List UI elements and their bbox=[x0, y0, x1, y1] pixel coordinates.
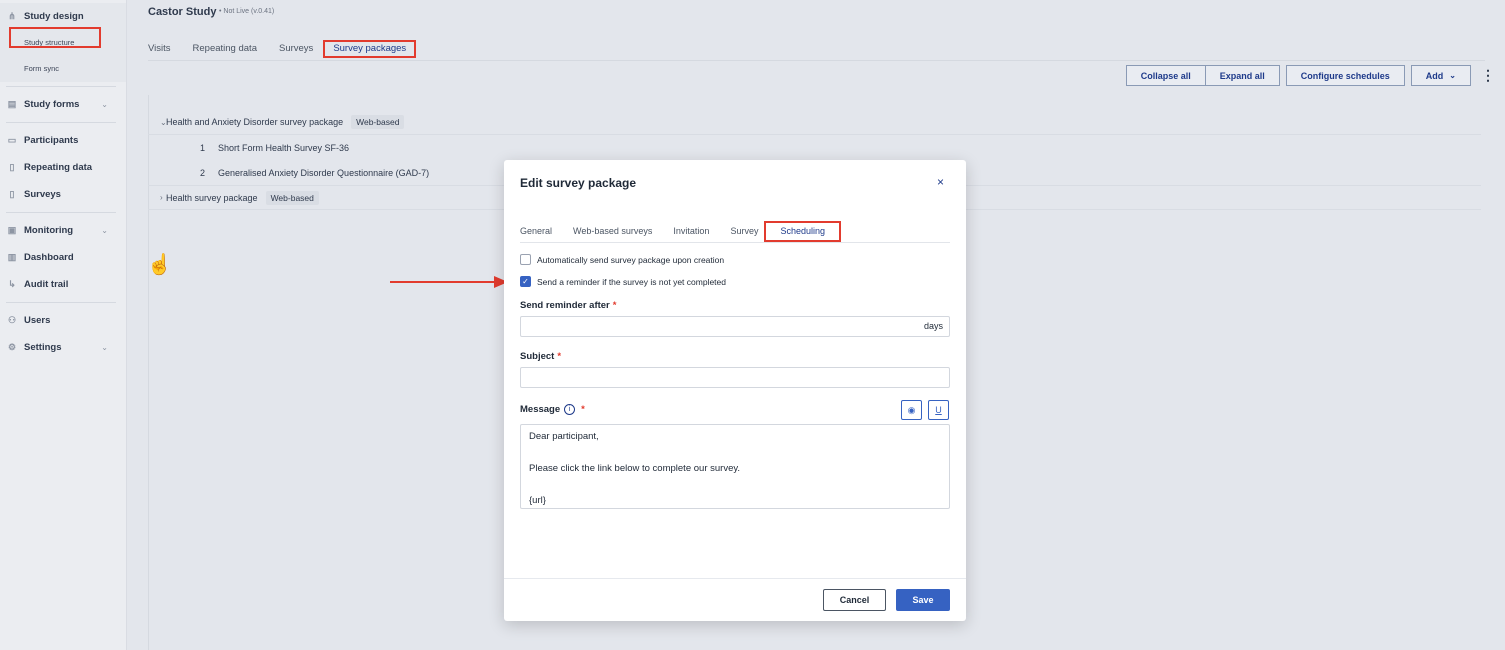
sidebar-item-audit-trail[interactable]: ↳ Audit trail bbox=[0, 271, 126, 298]
sidebar-item-label: Audit trail bbox=[24, 279, 69, 290]
sidebar-item-users[interactable]: ⚇ Users bbox=[0, 307, 126, 334]
sidebar-item-label: Repeating data bbox=[24, 162, 93, 173]
list-item[interactable]: 1 Short Form Health Survey SF-36 bbox=[148, 135, 1481, 160]
sidebar-item-monitoring[interactable]: ▣ Monitoring ⌄ bbox=[0, 217, 126, 244]
file-icon: ▯ bbox=[9, 162, 15, 172]
subject-input[interactable] bbox=[520, 367, 950, 388]
sidebar-item-participants[interactable]: ▭ Participants bbox=[0, 127, 126, 154]
status-badge: • Not Live (v.0.41) bbox=[219, 8, 275, 15]
add-button[interactable]: Add ⌄ bbox=[1410, 65, 1471, 86]
reminder-option[interactable]: ✓ Send a reminder if the survey is not y… bbox=[520, 276, 726, 287]
configure-schedules-button[interactable]: Configure schedules bbox=[1285, 65, 1405, 86]
package-name: Health and Anxiety Disorder survey packa… bbox=[166, 117, 344, 127]
underline-icon[interactable]: U bbox=[928, 400, 949, 420]
chevron-down-icon: ⌄ bbox=[1449, 71, 1456, 80]
item-number: 1 bbox=[200, 142, 206, 153]
save-button[interactable]: Save bbox=[896, 589, 950, 611]
divider bbox=[6, 212, 116, 213]
sidebar-item-settings[interactable]: ⚙ Settings ⌄ bbox=[0, 334, 126, 361]
monitor-icon: ▣ bbox=[7, 225, 17, 235]
close-icon[interactable]: × bbox=[937, 175, 944, 189]
form-icon: ▤ bbox=[7, 99, 17, 109]
tab-web-based-surveys[interactable]: Web-based surveys bbox=[573, 221, 652, 241]
highlight-study-structure bbox=[9, 27, 101, 48]
sidebar-item-repeating-data[interactable]: ▯ Repeating data bbox=[0, 154, 126, 181]
sidebar-subitem-form-sync[interactable]: Form sync bbox=[0, 56, 126, 82]
info-icon[interactable]: i bbox=[564, 404, 576, 415]
tab-scheduling[interactable]: Scheduling bbox=[764, 221, 841, 242]
chevron-right-icon[interactable]: › bbox=[148, 193, 166, 202]
item-number: 2 bbox=[200, 167, 206, 178]
reminder-checkbox[interactable]: ✓ bbox=[520, 276, 531, 287]
auto-send-label: Automatically send survey package upon c… bbox=[537, 254, 725, 265]
toolbar: Collapse all Expand all Configure schedu… bbox=[1125, 65, 1495, 86]
sidebar-item-label: Users bbox=[24, 315, 51, 326]
chart-icon: ▥ bbox=[7, 252, 17, 262]
sidebar-item-label: Dashboard bbox=[24, 252, 74, 263]
tab-invitation[interactable]: Invitation bbox=[673, 221, 709, 241]
tab-bar: Visits Repeating data Surveys Survey pac… bbox=[148, 40, 438, 58]
file-icon: ▯ bbox=[9, 189, 15, 199]
page-title: Castor Study bbox=[148, 6, 217, 18]
chevron-down-icon: ⌄ bbox=[101, 343, 108, 352]
chevron-down-icon: ⌄ bbox=[101, 226, 108, 235]
send-reminder-after-input[interactable]: days bbox=[520, 316, 950, 337]
auto-send-option[interactable]: Automatically send survey package upon c… bbox=[520, 254, 724, 265]
collapse-all-button[interactable]: Collapse all bbox=[1125, 65, 1206, 86]
folder-icon: ▭ bbox=[7, 135, 17, 145]
tab-visits[interactable]: Visits bbox=[148, 40, 171, 58]
sidebar-item-label: Study design bbox=[24, 11, 84, 22]
sidebar-item-surveys[interactable]: ▯ Surveys bbox=[0, 181, 126, 208]
sidebar-item-label: Monitoring bbox=[24, 225, 74, 236]
dialog-title: Edit survey package bbox=[520, 176, 637, 190]
divider bbox=[6, 86, 116, 87]
sidebar-item-study-forms[interactable]: ▤ Study forms ⌄ bbox=[0, 91, 126, 118]
dialog-tab-bar: General Web-based surveys Invitation Sur… bbox=[520, 221, 950, 243]
package-type-badge: Web-based bbox=[265, 190, 319, 205]
tab-repeating-data[interactable]: Repeating data bbox=[193, 40, 257, 58]
cancel-button[interactable]: Cancel bbox=[823, 589, 886, 611]
chevron-down-icon: ⌄ bbox=[101, 100, 108, 109]
subject-label: Subject * bbox=[520, 351, 562, 362]
tab-survey[interactable]: Survey bbox=[730, 221, 758, 241]
package-name: Health survey package bbox=[166, 192, 258, 203]
trail-icon: ↳ bbox=[8, 279, 16, 289]
divider bbox=[6, 302, 116, 303]
edit-survey-package-dialog: Edit survey package × General Web-based … bbox=[504, 160, 966, 621]
sidebar-item-label: Participants bbox=[24, 135, 79, 146]
message-textarea[interactable]: Dear participant, Please click the link … bbox=[520, 424, 950, 509]
divider bbox=[148, 60, 1485, 61]
preview-eye-icon[interactable]: ◉ bbox=[901, 400, 922, 420]
users-icon: ⚇ bbox=[7, 315, 17, 325]
divider bbox=[504, 578, 966, 579]
chevron-down-icon[interactable]: ⌄ bbox=[148, 118, 167, 127]
tab-survey-packages[interactable]: Survey packages bbox=[323, 40, 417, 58]
add-button-label: Add bbox=[1425, 70, 1444, 81]
survey-name: Generalised Anxiety Disorder Questionnai… bbox=[218, 167, 430, 178]
send-reminder-after-label: Send reminder after * bbox=[520, 300, 617, 311]
message-label: Message i * bbox=[520, 404, 585, 416]
sidebar-item-study-design[interactable]: ⋔ Study design bbox=[0, 3, 126, 30]
tab-general[interactable]: General bbox=[520, 221, 552, 241]
sidebar-item-label: Surveys bbox=[24, 189, 61, 200]
expand-all-button[interactable]: Expand all bbox=[1205, 65, 1280, 86]
package-type-badge: Web-based bbox=[351, 115, 405, 129]
tree-row[interactable]: ⌄ Health and Anxiety Disorder survey pac… bbox=[148, 110, 1481, 135]
red-arrow-annotation bbox=[390, 276, 508, 288]
sidebar: ⋔ Study design Study structure Form sync… bbox=[0, 0, 127, 650]
more-options-icon[interactable]: ⋮ bbox=[1481, 67, 1495, 84]
hand-cursor-icon: ☝ bbox=[147, 254, 172, 276]
divider bbox=[6, 122, 116, 123]
tab-surveys[interactable]: Surveys bbox=[279, 40, 313, 58]
sidebar-item-label: Study forms bbox=[24, 99, 80, 110]
auto-send-checkbox[interactable] bbox=[520, 254, 531, 265]
days-suffix: days bbox=[923, 321, 943, 331]
gear-icon: ⚙ bbox=[7, 342, 17, 352]
reminder-label: Send a reminder if the survey is not yet… bbox=[537, 276, 726, 287]
survey-name: Short Form Health Survey SF-36 bbox=[218, 142, 350, 153]
sidebar-item-dashboard[interactable]: ▥ Dashboard bbox=[0, 244, 126, 271]
sidebar-item-label: Settings bbox=[24, 342, 62, 353]
sitemap-icon: ⋔ bbox=[8, 11, 16, 21]
